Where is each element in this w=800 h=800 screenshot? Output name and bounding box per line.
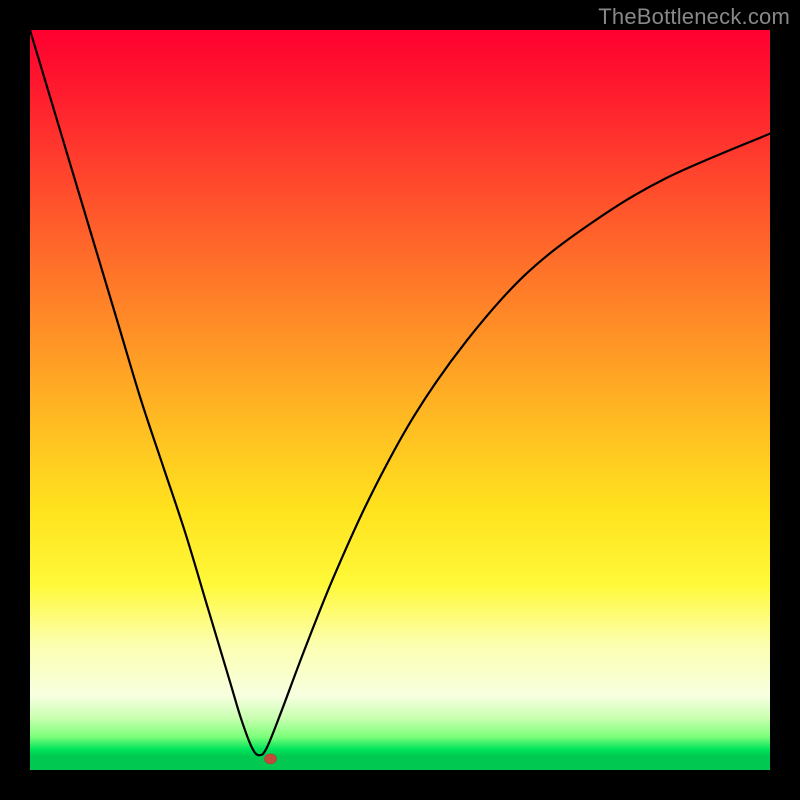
plot-area <box>30 30 770 770</box>
bottleneck-curve <box>30 30 770 755</box>
notch-marker-dot <box>265 754 277 764</box>
chart-frame: TheBottleneck.com <box>0 0 800 800</box>
watermark-text: TheBottleneck.com <box>598 4 790 30</box>
curve-svg <box>30 30 770 770</box>
